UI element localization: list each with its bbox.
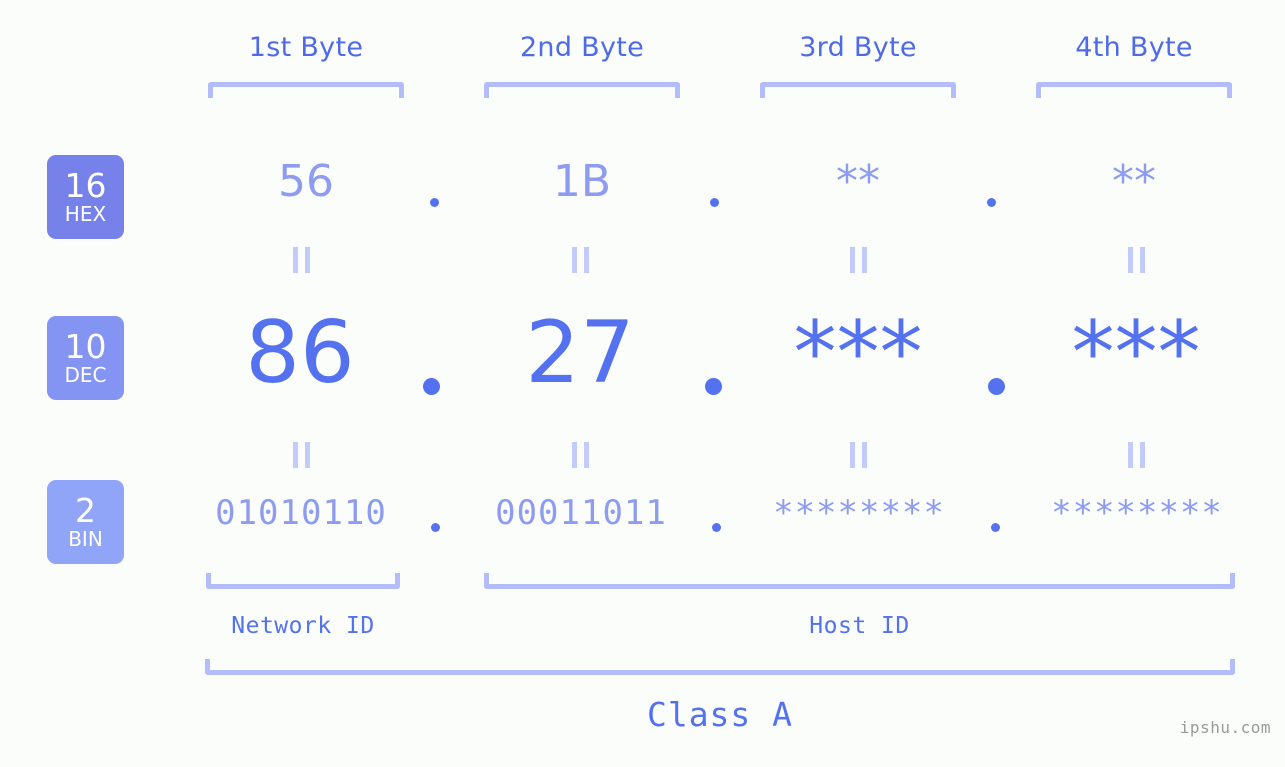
dec-byte-4-value: *** — [1071, 303, 1201, 403]
base-badge-dec: 10 DEC — [47, 316, 124, 400]
network-id-label: Network ID — [231, 613, 375, 639]
bin-separator-dot-1 — [431, 523, 440, 532]
equals-mark-dec-bin-4 — [1128, 442, 1145, 468]
byte-bracket-2 — [484, 82, 680, 98]
base-badge-hex-number: 16 — [64, 165, 107, 205]
hex-byte-1-value: 56 — [278, 156, 334, 207]
hex-separator-dot-3 — [987, 198, 996, 207]
base-badge-hex: 16 HEX — [47, 155, 124, 239]
byte-header-4: 4th Byte — [1075, 32, 1193, 63]
equals-mark-hex-dec-3 — [850, 247, 867, 273]
bin-byte-1-value: 01010110 — [215, 493, 387, 533]
base-badge-dec-number: 10 — [64, 326, 107, 366]
class-bracket — [205, 659, 1235, 675]
dec-byte-3-value: *** — [793, 303, 923, 403]
bin-separator-dot-2 — [712, 523, 721, 532]
base-badge-hex-name: HEX — [64, 202, 107, 227]
dec-separator-dot-2 — [705, 378, 722, 395]
equals-mark-dec-bin-1 — [293, 442, 310, 468]
network-id-bracket — [206, 573, 400, 589]
hex-byte-2-value: 1B — [552, 156, 612, 207]
base-badge-bin-number: 2 — [75, 490, 96, 530]
base-badge-bin: 2 BIN — [47, 480, 124, 564]
ip-byte-breakdown-diagram: 1st Byte 2nd Byte 3rd Byte 4th Byte 16 H… — [0, 0, 1285, 767]
host-id-label: Host ID — [809, 613, 910, 639]
hex-separator-dot-1 — [430, 198, 439, 207]
hex-byte-4-value: ** — [1112, 156, 1156, 207]
byte-header-3: 3rd Byte — [799, 32, 917, 63]
equals-mark-dec-bin-3 — [850, 442, 867, 468]
base-badge-dec-name: DEC — [64, 363, 107, 388]
byte-header-2: 2nd Byte — [519, 32, 645, 63]
dec-separator-dot-3 — [988, 378, 1005, 395]
dec-byte-2-value: 27 — [525, 303, 635, 403]
bin-byte-2-value: 00011011 — [495, 493, 667, 533]
equals-mark-hex-dec-4 — [1128, 247, 1145, 273]
host-id-bracket — [484, 573, 1235, 589]
bin-separator-dot-3 — [991, 523, 1000, 532]
byte-bracket-3 — [760, 82, 956, 98]
byte-header-1: 1st Byte — [248, 32, 364, 63]
equals-mark-dec-bin-2 — [572, 442, 589, 468]
bin-byte-4-value: ******** — [1051, 493, 1223, 533]
hex-separator-dot-2 — [710, 198, 719, 207]
base-badge-bin-name: BIN — [68, 527, 103, 552]
class-label: Class A — [646, 695, 794, 734]
site-watermark: ipshu.com — [1179, 718, 1271, 737]
equals-mark-hex-dec-1 — [293, 247, 310, 273]
byte-bracket-4 — [1036, 82, 1232, 98]
dec-separator-dot-1 — [423, 378, 440, 395]
dec-byte-1-value: 86 — [245, 303, 355, 403]
hex-byte-3-value: ** — [836, 156, 880, 207]
bin-byte-3-value: ******** — [773, 493, 945, 533]
byte-bracket-1 — [208, 82, 404, 98]
equals-mark-hex-dec-2 — [572, 247, 589, 273]
